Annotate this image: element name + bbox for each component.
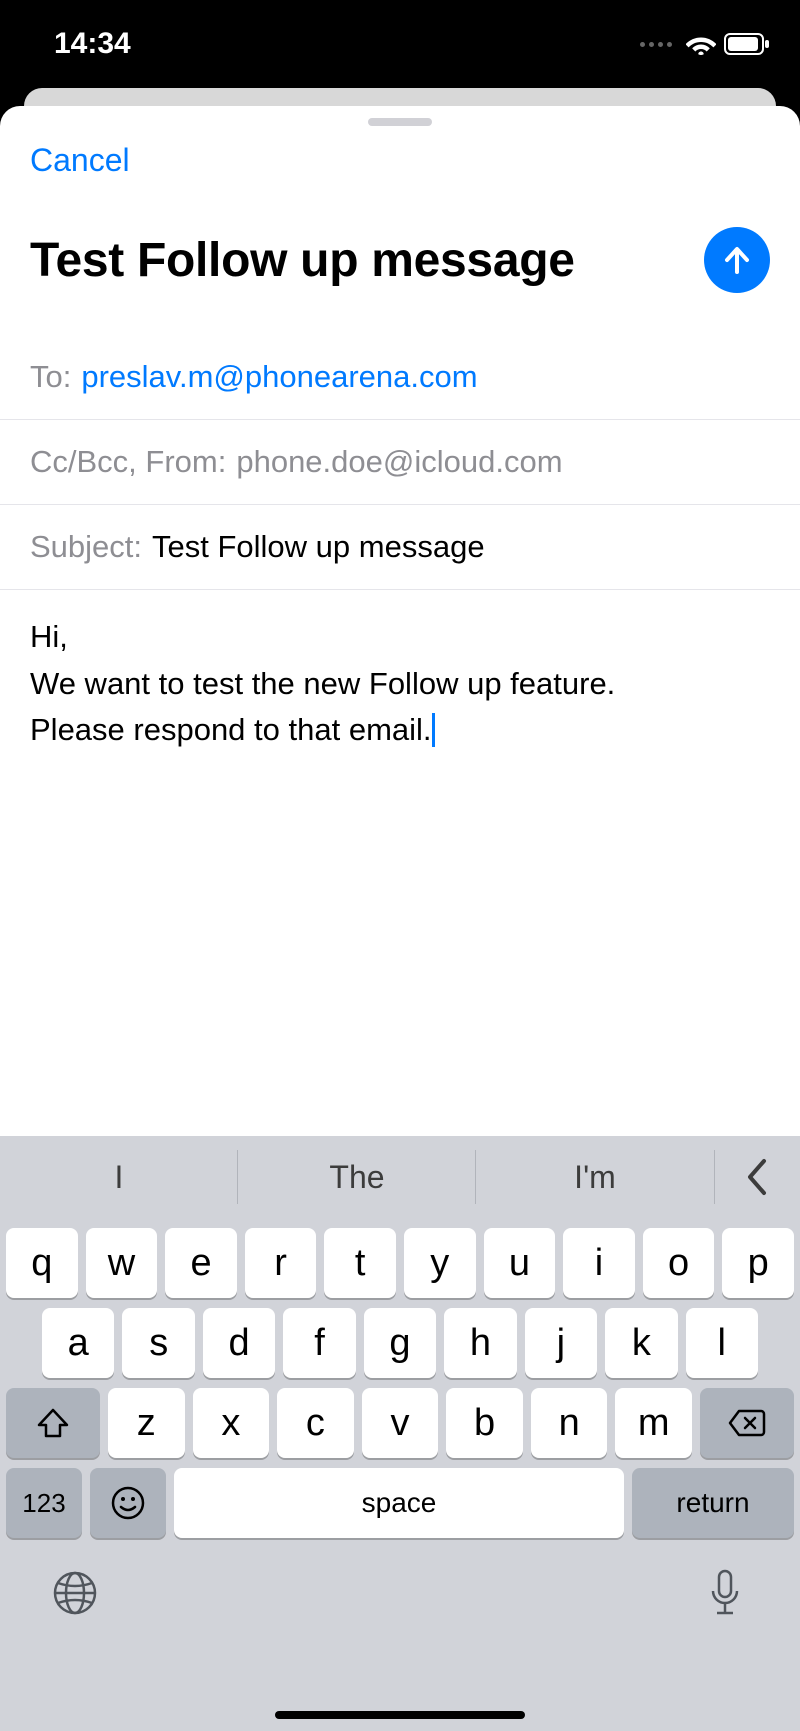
key-row-3: z x c v b n m bbox=[6, 1388, 794, 1458]
key-row-1: q w e r t y u i o p bbox=[6, 1228, 794, 1298]
send-button[interactable] bbox=[704, 227, 770, 293]
text-cursor bbox=[432, 713, 435, 747]
battery-icon bbox=[724, 33, 770, 55]
key-n[interactable]: n bbox=[531, 1388, 608, 1458]
key-k[interactable]: k bbox=[605, 1308, 677, 1378]
wifi-icon bbox=[686, 33, 716, 55]
key-m[interactable]: m bbox=[615, 1388, 692, 1458]
dictation-button[interactable] bbox=[700, 1568, 750, 1618]
key-row-fn: 123 space return bbox=[0, 1468, 800, 1538]
backspace-icon bbox=[728, 1409, 766, 1437]
body-line: Please respond to that email. bbox=[30, 707, 770, 754]
suggestion-2[interactable]: The bbox=[238, 1136, 476, 1218]
key-shift[interactable] bbox=[6, 1388, 100, 1458]
compose-sheet: Cancel Test Follow up message To: presla… bbox=[0, 106, 800, 1731]
globe-button[interactable] bbox=[50, 1568, 100, 1618]
key-f[interactable]: f bbox=[283, 1308, 355, 1378]
suggestion-1[interactable]: I bbox=[0, 1136, 238, 1218]
key-x[interactable]: x bbox=[193, 1388, 270, 1458]
keyboard-bottom-row bbox=[0, 1538, 800, 1618]
key-q[interactable]: q bbox=[6, 1228, 78, 1298]
cancel-button[interactable]: Cancel bbox=[30, 142, 130, 179]
shift-icon bbox=[37, 1408, 69, 1438]
key-v[interactable]: v bbox=[362, 1388, 439, 1458]
to-label: To: bbox=[30, 359, 71, 395]
key-h[interactable]: h bbox=[444, 1308, 516, 1378]
subject-label: Subject: bbox=[30, 529, 142, 565]
home-indicator[interactable] bbox=[275, 1711, 525, 1719]
key-g[interactable]: g bbox=[364, 1308, 436, 1378]
microphone-icon bbox=[707, 1569, 743, 1617]
message-body[interactable]: Hi, We want to test the new Follow up fe… bbox=[0, 590, 800, 778]
to-value: preslav.m@phonearena.com bbox=[81, 359, 477, 395]
key-space[interactable]: space bbox=[174, 1468, 624, 1538]
cellular-dots-icon bbox=[640, 42, 672, 47]
key-u[interactable]: u bbox=[484, 1228, 556, 1298]
emoji-icon bbox=[111, 1486, 145, 1520]
key-backspace[interactable] bbox=[700, 1388, 794, 1458]
ccbcc-label: Cc/Bcc, From: bbox=[30, 444, 226, 480]
key-row-2: a s d f g h j k l bbox=[6, 1308, 794, 1378]
key-emoji[interactable] bbox=[90, 1468, 166, 1538]
to-field[interactable]: To: preslav.m@phonearena.com bbox=[0, 335, 800, 420]
ccbcc-from-field[interactable]: Cc/Bcc, From: phone.doe@icloud.com bbox=[0, 420, 800, 505]
key-w[interactable]: w bbox=[86, 1228, 158, 1298]
sheet-grabber[interactable] bbox=[368, 118, 432, 126]
key-numbers[interactable]: 123 bbox=[6, 1468, 82, 1538]
suggestion-collapse-button[interactable] bbox=[714, 1136, 800, 1218]
key-b[interactable]: b bbox=[446, 1388, 523, 1458]
key-y[interactable]: y bbox=[404, 1228, 476, 1298]
status-bar: 14:34 bbox=[0, 0, 800, 88]
keyboard: I The I'm q w e r t y u i o p a s bbox=[0, 1136, 800, 1731]
key-p[interactable]: p bbox=[722, 1228, 794, 1298]
key-e[interactable]: e bbox=[165, 1228, 237, 1298]
key-z[interactable]: z bbox=[108, 1388, 185, 1458]
status-icons bbox=[640, 33, 770, 55]
suggestion-bar: I The I'm bbox=[0, 1136, 800, 1218]
key-r[interactable]: r bbox=[245, 1228, 317, 1298]
compose-title: Test Follow up message bbox=[30, 233, 692, 288]
key-a[interactable]: a bbox=[42, 1308, 114, 1378]
key-c[interactable]: c bbox=[277, 1388, 354, 1458]
key-i[interactable]: i bbox=[563, 1228, 635, 1298]
subject-field[interactable]: Subject: Test Follow up message bbox=[0, 505, 800, 590]
key-j[interactable]: j bbox=[525, 1308, 597, 1378]
key-o[interactable]: o bbox=[643, 1228, 715, 1298]
suggestion-3[interactable]: I'm bbox=[476, 1136, 714, 1218]
key-s[interactable]: s bbox=[122, 1308, 194, 1378]
key-d[interactable]: d bbox=[203, 1308, 275, 1378]
key-return[interactable]: return bbox=[632, 1468, 794, 1538]
body-line: We want to test the new Follow up featur… bbox=[30, 661, 770, 708]
body-line: Hi, bbox=[30, 614, 770, 661]
key-t[interactable]: t bbox=[324, 1228, 396, 1298]
chevron-left-icon bbox=[744, 1157, 770, 1197]
subject-value: Test Follow up message bbox=[152, 529, 485, 565]
arrow-up-icon bbox=[719, 242, 755, 278]
from-value: phone.doe@icloud.com bbox=[236, 444, 562, 480]
key-l[interactable]: l bbox=[686, 1308, 758, 1378]
status-time: 14:34 bbox=[54, 27, 131, 61]
globe-icon bbox=[52, 1570, 98, 1616]
